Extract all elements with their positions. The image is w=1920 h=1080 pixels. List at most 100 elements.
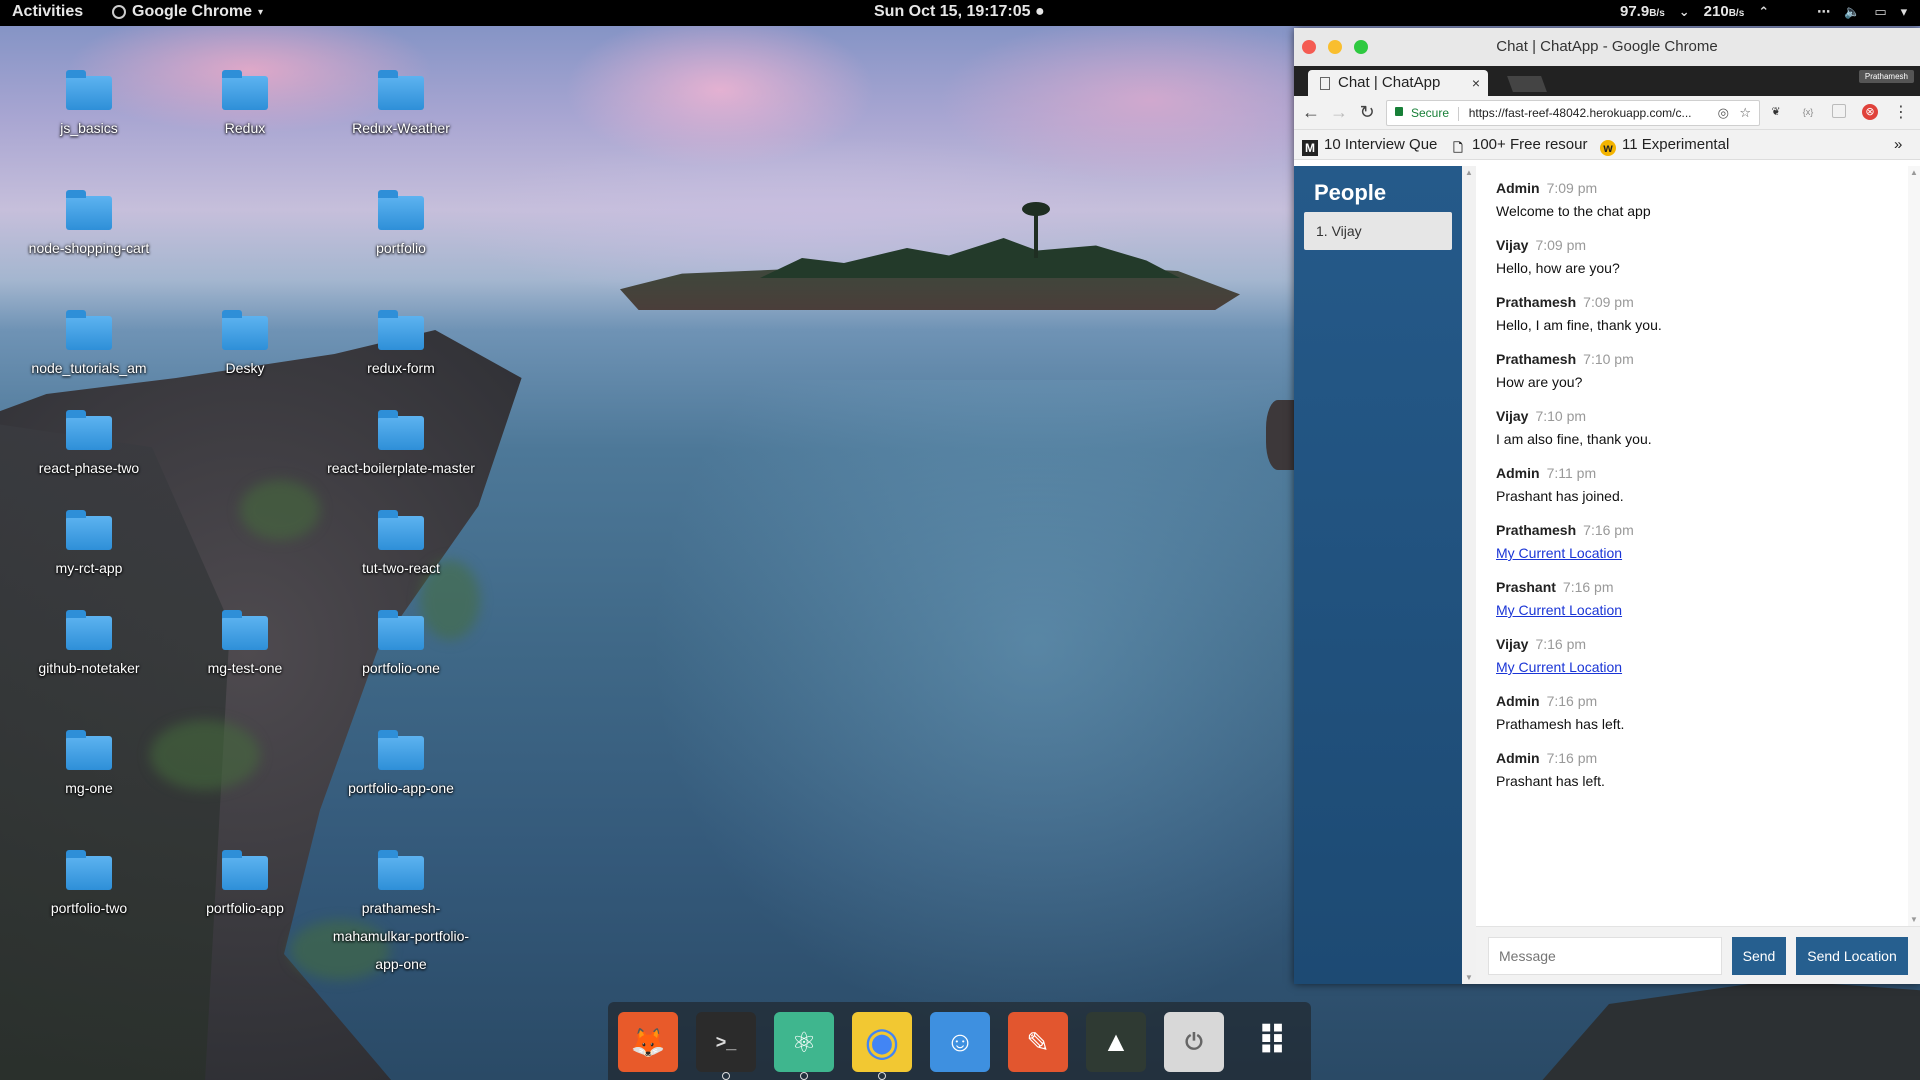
desktop-folder[interactable]: redux-form xyxy=(326,310,476,382)
chat-message: Admin 7:11 pm Prashant has joined. xyxy=(1496,465,1896,522)
dock-app[interactable]: ⏻ xyxy=(1164,1012,1224,1072)
maximize-window-button[interactable] xyxy=(1354,40,1368,54)
desktop-folder[interactable]: portfolio-app xyxy=(170,850,320,922)
folder-icon xyxy=(66,410,112,450)
net-upload-speed: 210B/s xyxy=(1703,3,1745,20)
window-titlebar[interactable]: Chat | ChatApp - Google Chrome xyxy=(1294,28,1920,66)
folder-icon xyxy=(222,310,268,350)
system-menu-icon: ▾ xyxy=(1900,3,1908,19)
message-time: 7:09 pm xyxy=(1546,180,1598,196)
person-item[interactable]: 1. Vijay xyxy=(1304,212,1452,250)
network-icon: ⋯ xyxy=(1817,3,1831,19)
message-text: Hello, how are you? xyxy=(1496,260,1620,276)
location-link[interactable]: My Current Location xyxy=(1496,545,1896,561)
desktop-folder[interactable]: node_tutorials_am xyxy=(14,310,164,382)
extension-stop-icon[interactable]: ⊗ xyxy=(1862,104,1878,120)
dock-app[interactable]: ✎ xyxy=(1008,1012,1068,1072)
dock-app[interactable]: >_ xyxy=(696,1012,756,1080)
clock[interactable]: Sun Oct 15, 19:17:05 ● xyxy=(874,3,1045,21)
messages-scrollbar[interactable]: ▲ ▼ xyxy=(1908,166,1920,926)
browser-toolbar: ← → ↻ Secure https://fast-reef-48042.her… xyxy=(1294,96,1920,130)
page-icon xyxy=(1320,77,1330,90)
desktop-folder[interactable]: mg-one xyxy=(14,730,164,802)
dock: 🦊 >_ ⚛ ◉ ☺ ✎ ▲ ⏻ ⠿ xyxy=(608,1002,1311,1080)
dock-app[interactable]: ▲ xyxy=(1086,1012,1146,1072)
url-text: https://fast-reef-48042.herokuapp.com/c.… xyxy=(1468,106,1692,120)
message-time: 7:11 pm xyxy=(1546,465,1597,481)
tab-chat[interactable]: Chat | ChatApp × xyxy=(1308,70,1488,96)
w-logo-icon: w xyxy=(1600,140,1616,156)
desktop-folder[interactable]: react-phase-two xyxy=(14,410,164,482)
dock-app[interactable]: 🦊 xyxy=(618,1012,678,1072)
dock-app[interactable]: ◉ xyxy=(852,1012,912,1080)
message-sender: Admin xyxy=(1496,465,1540,481)
folder-icon xyxy=(222,850,268,890)
chrome-icon xyxy=(112,5,126,19)
send-location-button[interactable]: Send Location xyxy=(1796,937,1908,975)
desktop-folder[interactable]: react-boilerplate-master xyxy=(326,410,476,482)
app-menu-label: Google Chrome xyxy=(132,3,253,20)
desktop-folder[interactable]: Desky xyxy=(170,310,320,382)
volume-icon: 🔈 xyxy=(1844,3,1861,19)
close-tab-icon[interactable]: × xyxy=(1472,70,1480,96)
location-link[interactable]: My Current Location xyxy=(1496,602,1896,618)
menu-kebab-icon[interactable]: ⋮ xyxy=(1890,102,1912,122)
window-title: Chat | ChatApp - Google Chrome xyxy=(1496,38,1718,55)
folder-icon xyxy=(66,310,112,350)
message-input[interactable] xyxy=(1488,937,1722,975)
more-bookmarks-icon[interactable]: » xyxy=(1894,136,1902,153)
system-status[interactable]: 97.9B/s ⌄ 210B/s ⌃ ⋯ 🔈 ▭ ▾ xyxy=(1620,3,1907,20)
scrollbar[interactable]: ▲ ▼ xyxy=(1462,166,1476,984)
close-window-button[interactable] xyxy=(1302,40,1316,54)
bookmarks-bar: M 10 Interview Que 🗋 100+ Free resour w 11 … xyxy=(1294,130,1920,160)
desktop-folder[interactable]: js_basics xyxy=(14,70,164,142)
folder-icon xyxy=(378,410,424,450)
desktop-folder[interactable]: my-rct-app xyxy=(14,510,164,582)
bookmark-item[interactable]: M 10 Interview Que xyxy=(1302,136,1442,156)
new-tab-button[interactable] xyxy=(1507,76,1547,92)
app-grid-icon: ⠿ xyxy=(1256,1020,1288,1064)
desktop-folder[interactable]: mg-test-one xyxy=(170,610,320,682)
forward-icon[interactable]: → xyxy=(1328,102,1350,123)
location-link[interactable]: My Current Location xyxy=(1496,659,1896,675)
folder-icon xyxy=(378,70,424,110)
dock-app[interactable]: ⚛ xyxy=(774,1012,834,1080)
activities-button[interactable]: Activities xyxy=(12,3,83,21)
bookmark-item[interactable]: w 11 Experimental xyxy=(1600,136,1750,156)
tab-strip: Chat | ChatApp × Prathamesh xyxy=(1294,66,1920,96)
bookmark-item[interactable]: 🗋 100+ Free resour xyxy=(1450,136,1592,156)
send-button[interactable]: Send xyxy=(1732,937,1786,975)
desktop-folder[interactable]: Redux xyxy=(170,70,320,142)
folder-icon xyxy=(66,610,112,650)
profile-button[interactable]: Prathamesh xyxy=(1858,70,1914,83)
minimize-window-button[interactable] xyxy=(1328,40,1342,54)
back-icon[interactable]: ← xyxy=(1300,102,1322,123)
extension-square-icon[interactable] xyxy=(1832,104,1846,118)
desktop-folder[interactable]: prathamesh-mahamulkar-portfolio-app-one xyxy=(326,850,476,978)
message-sender: Vijay xyxy=(1496,636,1529,652)
desktop-folder[interactable]: node-shopping-cart xyxy=(14,190,164,262)
bookmark-star-icon[interactable]: ☆ xyxy=(1739,101,1751,125)
message-sender: Prathamesh xyxy=(1496,351,1577,367)
desktop-folder[interactable]: portfolio-app-one xyxy=(326,730,476,802)
message-text: Prashant has joined. xyxy=(1496,488,1624,504)
desktop-folder[interactable]: portfolio-two xyxy=(14,850,164,922)
desktop-folder[interactable]: portfolio xyxy=(326,190,476,262)
desktop-folder[interactable]: tut-two-react xyxy=(326,510,476,582)
folder-icon xyxy=(66,510,112,550)
dock-app[interactable]: ☺ xyxy=(930,1012,990,1072)
chrome-icon: ◉ xyxy=(864,1020,900,1064)
system-monitor-icon: ▲ xyxy=(1102,1026,1130,1057)
extension-icon[interactable]: ❦ xyxy=(1768,104,1784,120)
desktop-folder[interactable]: github-notetaker xyxy=(14,610,164,682)
address-bar[interactable]: Secure https://fast-reef-48042.herokuapp… xyxy=(1386,100,1760,126)
app-menu[interactable]: Google Chrome ▾ xyxy=(112,3,263,21)
extension-json-icon[interactable]: {x} xyxy=(1800,104,1816,120)
chat-message: Vijay 7:09 pm Hello, how are you? xyxy=(1496,237,1896,294)
desktop-folder[interactable]: portfolio-one xyxy=(326,610,476,682)
net-download-speed: 97.9B/s xyxy=(1620,3,1665,20)
location-icon[interactable]: ◎ xyxy=(1718,101,1729,125)
dock-app[interactable]: ⠿ xyxy=(1242,1012,1302,1072)
desktop-folder[interactable]: Redux-Weather xyxy=(326,70,476,142)
reload-icon[interactable]: ↻ xyxy=(1356,102,1378,123)
